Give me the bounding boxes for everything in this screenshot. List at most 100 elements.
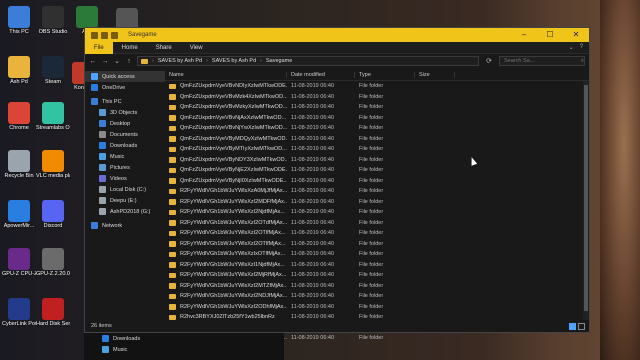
nav-item-downloads[interactable]: Downloads bbox=[84, 333, 284, 344]
nav-item[interactable]: AshPD2018 (G:) bbox=[85, 206, 165, 217]
table-row[interactable]: QmFzZUxpdmVyeVBvMzk4XzIwMTkwOD... 11-08-2… bbox=[165, 92, 589, 103]
nav-item[interactable]: Music bbox=[85, 151, 165, 162]
nav-item[interactable]: Deepu (E:) bbox=[85, 195, 165, 206]
column-header-date[interactable]: Date modified bbox=[287, 71, 355, 78]
type-cell: File folder bbox=[359, 219, 384, 226]
nav-item[interactable]: This PC bbox=[85, 96, 165, 107]
window-title: Savegame bbox=[128, 32, 157, 38]
table-row[interactable]: R2FyYWdlVGh1bWJuYWlsXzI2NjdfMjAx... 11-08… bbox=[165, 207, 589, 218]
tab-share[interactable]: Share bbox=[147, 42, 181, 54]
nav-item-label: Pictures bbox=[110, 164, 130, 171]
table-row[interactable]: R2FyYWdlVGh1bWJuYWlsXzA0MjJfMjAx... 11-08… bbox=[165, 186, 589, 197]
new-folder-icon[interactable] bbox=[111, 31, 118, 39]
address-bar[interactable]: › SAVES by Ash Pd › SAVES by Ash Pd › Sa… bbox=[137, 56, 479, 66]
table-row[interactable]: QmFzZUxpdmVyeVByNjE2XzIwMTkwODE... 11-08-… bbox=[165, 165, 589, 176]
desktop-icon[interactable]: Discord bbox=[36, 200, 70, 229]
type-cell: File folder bbox=[359, 293, 384, 300]
close-button[interactable]: ✕ bbox=[563, 28, 589, 42]
nav-item[interactable]: Videos bbox=[85, 173, 165, 184]
desktop-icon[interactable]: GPU-Z CPU-Z bbox=[2, 248, 36, 277]
properties-icon[interactable] bbox=[101, 31, 108, 39]
up-arrow-icon[interactable]: ↑ bbox=[125, 58, 133, 65]
file-name-cell: R2FyYWdlVGh1bWJuYWlsXzI2NDJfMjAx... bbox=[165, 293, 287, 299]
table-row[interactable]: R2FyYWdlVGh1bWJuYWlsXzI2MTZfMjAx... 11-08… bbox=[165, 281, 589, 292]
column-header-size[interactable]: Size bbox=[415, 71, 455, 78]
nav-item[interactable]: Pictures bbox=[85, 162, 165, 173]
background-window-strip: Downloads Music bbox=[84, 333, 284, 360]
nav-item-music[interactable]: Music bbox=[84, 344, 284, 355]
desktop-icon[interactable]: Hard Disk Sentinel bbox=[36, 298, 70, 327]
nav-item[interactable]: Local Disk (C:) bbox=[85, 184, 165, 195]
table-row[interactable]: QmFzZUxpdmVyeVByMDQyXzIwMTkwOD... 11-08-2… bbox=[165, 134, 589, 145]
nav-item[interactable]: Documents bbox=[85, 129, 165, 140]
nav-item-label: Network bbox=[102, 222, 123, 229]
nav-item[interactable]: OneDrive bbox=[85, 82, 165, 93]
table-row[interactable]: R2FyYWdlVGh1bWJuYWlsXzI2ODhfMjAx... 11-08… bbox=[165, 302, 589, 313]
table-row[interactable]: R2FyYWdlVGh1bWJuYWlsXzI2MjRfMjAx... 11-08… bbox=[165, 270, 589, 281]
maximize-button[interactable]: ☐ bbox=[537, 28, 563, 42]
back-arrow-icon[interactable]: ← bbox=[89, 58, 97, 65]
breadcrumb-item[interactable]: SAVES by Ash Pd bbox=[212, 58, 256, 64]
status-bar: 26 items bbox=[85, 320, 589, 332]
desktop-icon-label: CyberLink PowerDirect... bbox=[2, 321, 36, 327]
table-row[interactable]: R2FyYWdlVGh1bWJuYWlsXzIxOTlfMjAx... 11-08… bbox=[165, 249, 589, 260]
network-icon bbox=[91, 222, 98, 229]
desktop-icon[interactable]: OBS Studio bbox=[36, 6, 70, 35]
desktop-icon[interactable]: Steam bbox=[36, 56, 70, 85]
desktop-icon[interactable]: GPU-Z.2.20.0 bbox=[36, 248, 70, 277]
table-row[interactable]: QmFzZUxpdmVyeVBvMzkyXzIwMTkwOD... 11-08-2… bbox=[165, 102, 589, 113]
search-input[interactable] bbox=[504, 58, 574, 64]
desktop-icon[interactable]: Ash Pd bbox=[2, 56, 36, 85]
column-header-name[interactable]: Name bbox=[165, 71, 287, 78]
nav-item[interactable]: Desktop bbox=[85, 118, 165, 129]
table-row[interactable]: R2FyYWdlVGh1bWJuYWlsXzI2OTlfMjAx... 11-08… bbox=[165, 239, 589, 250]
table-row[interactable]: QmFzZUxpdmVyeVByNDY3XzIwMTkwOD... 11-08-2… bbox=[165, 155, 589, 166]
desktop-icon[interactable]: Streamlabs OBS bbox=[36, 102, 70, 131]
table-row[interactable]: QmFzZUxpdmVyeVByNjI0XzIwMTkwODE... 11-08-… bbox=[165, 176, 589, 187]
table-row[interactable]: QmFzZUxpdmVyeVBvNjYwXzIwMTkwOD... 11-08-2… bbox=[165, 123, 589, 134]
computer-icon bbox=[8, 6, 30, 28]
details-view-icon[interactable] bbox=[569, 322, 576, 330]
table-row[interactable]: QmFzZUxpdmVyeVBvNDIyXzIwMTkwODE... 11-08-… bbox=[165, 81, 589, 92]
folder-icon bbox=[169, 125, 176, 131]
table-row[interactable]: R2FyYWdlVGh1bWJuYWlsXzI2OTdfMjAx... 11-08… bbox=[165, 218, 589, 229]
table-row[interactable]: R2FyYWdlVGh1bWJuYWlsXzI1NjdfMjAx... 11-08… bbox=[165, 260, 589, 271]
help-icon[interactable]: ? bbox=[580, 44, 583, 51]
minimize-button[interactable]: – bbox=[511, 28, 537, 42]
desktop-icon[interactable]: ApowerMir... bbox=[2, 200, 36, 229]
recent-chevron-icon[interactable]: ⌄ bbox=[113, 57, 121, 65]
table-row[interactable]: R2FyYWdlVGh1bWJuYWlsXzI2MDFfMjAx... 11-08… bbox=[165, 197, 589, 208]
nav-item[interactable]: Network bbox=[85, 220, 165, 231]
tab-file[interactable]: File bbox=[85, 41, 113, 54]
desktop-icon[interactable]: VLC media player bbox=[36, 150, 70, 179]
table-row[interactable]: R2FyYWdlVGh1bWJuYWlsXzI2OTlfMjAx... 11-08… bbox=[165, 228, 589, 239]
desktop-icon[interactable]: Recycle Bin bbox=[2, 150, 36, 179]
desktop-icon[interactable]: This PC bbox=[2, 6, 36, 35]
desktop-icon[interactable]: Chrome bbox=[2, 102, 36, 131]
breadcrumb-item[interactable]: SAVES by Ash Pd bbox=[158, 58, 202, 64]
nav-item[interactable]: 3D Objects bbox=[85, 107, 165, 118]
table-row[interactable]: R2FyYWdlVGh1bWJuYWlsXzI2NDJfMjAx... 11-08… bbox=[165, 291, 589, 302]
table-row[interactable]: QmFzZUxpdmVyeVByMTIyXzIwMTkwOD... 11-08-2… bbox=[165, 144, 589, 155]
date-modified-cell: 11-08-2019 06:40 bbox=[291, 261, 335, 268]
large-icons-view-icon[interactable] bbox=[578, 322, 585, 330]
search-box[interactable]: ⌕ bbox=[499, 56, 585, 66]
type-cell: File folder bbox=[359, 188, 384, 195]
scrollbar-thumb[interactable] bbox=[584, 85, 588, 311]
drive-icon bbox=[99, 208, 106, 215]
forward-arrow-icon[interactable]: → bbox=[101, 58, 109, 65]
vertical-scrollbar[interactable] bbox=[583, 81, 589, 320]
nav-item-label: Videos bbox=[110, 175, 127, 182]
desktop-icon[interactable]: CyberLink PowerDirect... bbox=[2, 298, 36, 327]
table-row[interactable]: QmFzZUxpdmVyeVBvNjAxXzIwMTkwOD... 11-08-2… bbox=[165, 113, 589, 124]
tab-home[interactable]: Home bbox=[113, 42, 147, 54]
nav-item[interactable]: Downloads bbox=[85, 140, 165, 151]
tab-view[interactable]: View bbox=[181, 42, 212, 54]
file-name-cell: R2FyYWdlVGh1bWJuYWlsXzI2ODhfMjAx... bbox=[165, 304, 287, 310]
expand-ribbon-icon[interactable]: ⌄ bbox=[569, 44, 574, 51]
file-name-cell: R2FyYWdlVGh1bWJuYWlsXzI2OTdfMjAx... bbox=[165, 220, 287, 226]
refresh-icon[interactable]: ⟳ bbox=[483, 57, 495, 65]
nav-item[interactable]: Quick access bbox=[85, 71, 165, 82]
column-header-type[interactable]: Type bbox=[355, 71, 415, 78]
breadcrumb-item[interactable]: Savegame bbox=[266, 58, 292, 64]
